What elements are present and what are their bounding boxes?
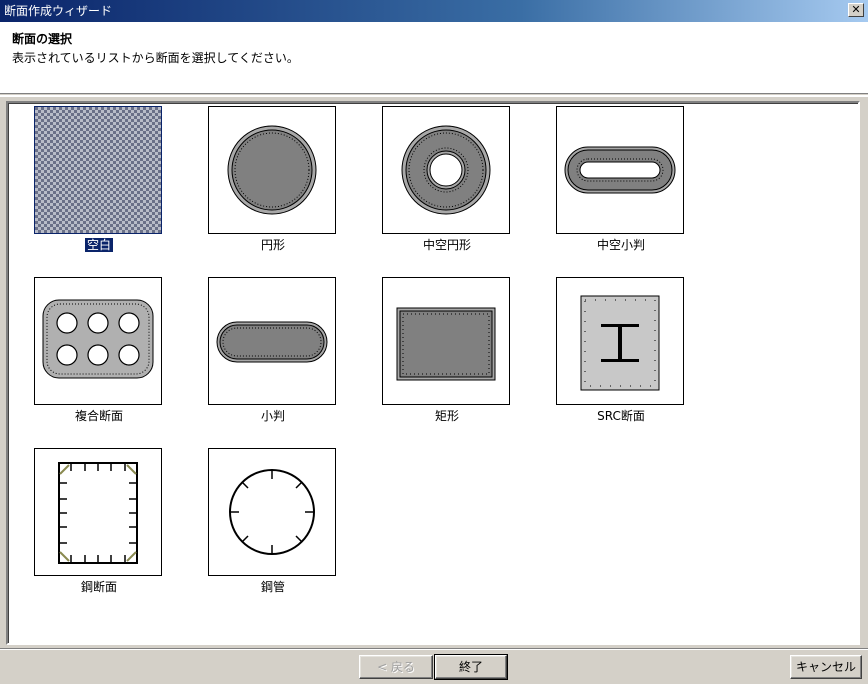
section-label: SRC断面 xyxy=(597,409,645,423)
back-button[interactable]: < 戻る xyxy=(359,655,433,679)
section-item-oval[interactable]: 小判 xyxy=(208,277,338,423)
hollow-circle-section-icon xyxy=(382,106,510,234)
wizard-header: 断面の選択 表示されているリストから断面を選択してください。 xyxy=(0,22,868,94)
section-label: 空白 xyxy=(83,237,115,253)
section-label: 中空小判 xyxy=(596,238,645,252)
steel-pipe-icon xyxy=(208,448,336,576)
close-icon: ✕ xyxy=(851,3,861,16)
close-button[interactable]: ✕ xyxy=(848,3,864,17)
section-item-blank[interactable]: 空白 xyxy=(34,106,164,253)
section-item-steel[interactable]: 鋼断面 xyxy=(34,448,164,594)
section-item-rectangle[interactable]: 矩形 xyxy=(382,277,512,423)
hollow-oval-section-icon xyxy=(556,106,684,234)
page-subtitle: 表示されているリストから断面を選択してください。 xyxy=(12,51,299,65)
rectangle-section-icon xyxy=(382,277,510,405)
section-item-hollow-oval[interactable]: 中空小判 xyxy=(556,106,686,252)
window-title: 断面作成ウィザード xyxy=(4,4,113,18)
section-label: 矩形 xyxy=(434,409,459,423)
finish-button[interactable]: 終了 xyxy=(434,654,508,680)
header-divider xyxy=(0,95,868,97)
section-item-src[interactable]: SRC断面 xyxy=(556,277,686,423)
page-title: 断面の選択 xyxy=(12,32,73,46)
section-label: 鋼管 xyxy=(260,580,285,594)
oval-section-icon xyxy=(208,277,336,405)
cancel-button[interactable]: キャンセル xyxy=(790,655,862,679)
section-label: 複合断面 xyxy=(74,409,123,423)
section-label: 小判 xyxy=(260,409,285,423)
section-label: 中空円形 xyxy=(422,238,471,252)
section-item-steel-pipe[interactable]: 鋼管 xyxy=(208,448,338,594)
src-section-icon xyxy=(556,277,684,405)
title-bar: 断面作成ウィザード ✕ xyxy=(0,0,868,22)
section-list[interactable]: 空白 円形 中空円形 中空小判 複合断面 小判 矩形 SRC断面 鋼断面 鋼管 xyxy=(6,101,860,645)
section-label: 鋼断面 xyxy=(80,580,117,594)
section-label: 円形 xyxy=(260,238,285,252)
section-item-composite[interactable]: 複合断面 xyxy=(34,277,164,423)
footer-divider xyxy=(0,648,868,650)
composite-section-icon xyxy=(34,277,162,405)
section-item-hollow-circle[interactable]: 中空円形 xyxy=(382,106,512,252)
circle-section-icon xyxy=(208,106,336,234)
section-item-circle[interactable]: 円形 xyxy=(208,106,338,252)
steel-section-icon xyxy=(34,448,162,576)
blank-pattern-icon xyxy=(34,106,162,234)
